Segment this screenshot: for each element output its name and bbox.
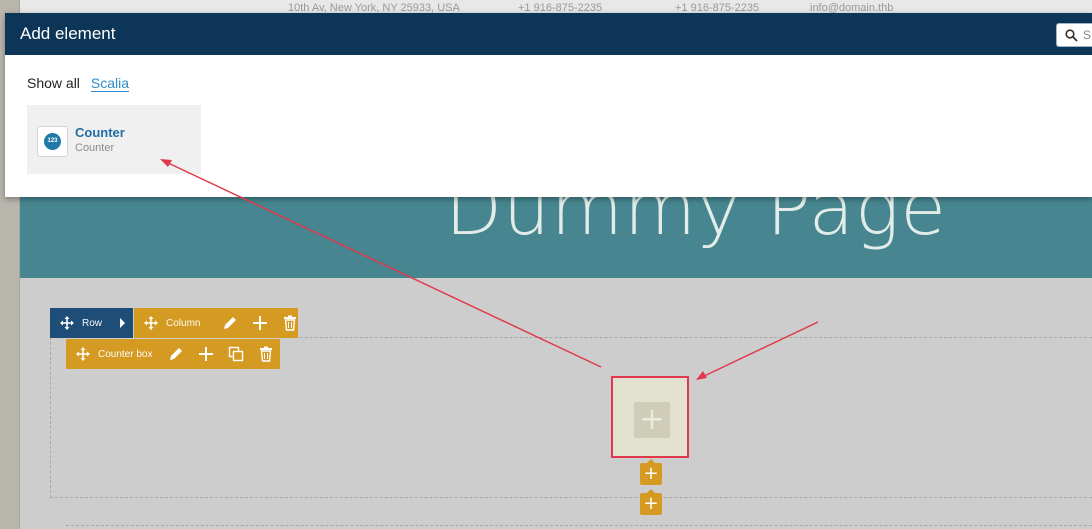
plus-icon[interactable] (198, 346, 214, 362)
add-element-modal: Add element S Show all Scalia 123 Counte… (5, 13, 1092, 197)
row-toolbar[interactable]: Row (50, 308, 133, 338)
pencil-icon[interactable] (222, 315, 238, 331)
trash-icon[interactable] (282, 315, 298, 331)
move-icon[interactable] (144, 316, 158, 330)
modal-title: Add element (20, 24, 116, 43)
move-icon[interactable] (76, 347, 90, 361)
element-card-counter[interactable]: 123 Counter Counter (27, 105, 201, 174)
element-name: Counter (75, 125, 125, 140)
caret-right-icon[interactable] (120, 318, 125, 328)
counter-icon: 123 (37, 126, 68, 157)
row-label: Row (82, 317, 103, 329)
plus-icon[interactable] (252, 315, 268, 331)
page-title: Dummy Page (445, 196, 947, 252)
counter-icon-text: 123 (44, 133, 61, 150)
add-element-below-button[interactable]: + (640, 463, 662, 485)
search-placeholder: S (1083, 28, 1092, 42)
move-icon[interactable] (60, 316, 74, 330)
add-element-highlight: + (611, 376, 689, 458)
element-description: Counter (75, 142, 115, 154)
tab-scalia[interactable]: Scalia (90, 75, 130, 92)
page-header: Dummy Page (20, 196, 1092, 278)
add-element-button[interactable]: + (634, 402, 670, 438)
copy-icon[interactable] (228, 346, 244, 362)
tab-show-all[interactable]: Show all (27, 75, 80, 92)
modal-header: Add element S (5, 13, 1092, 55)
counter-box-label: Counter box (98, 348, 153, 360)
trash-icon[interactable] (258, 346, 274, 362)
filter-tabs: Show all Scalia (27, 75, 130, 92)
next-row-container (66, 525, 1092, 529)
counter-box-toolbar[interactable]: Counter box (66, 339, 280, 369)
add-row-button[interactable]: + (640, 493, 662, 515)
column-toolbar[interactable]: Column (134, 308, 298, 338)
search-icon (1065, 29, 1078, 42)
pencil-icon[interactable] (168, 346, 184, 362)
search-input[interactable]: S (1056, 23, 1092, 47)
column-label: Column (166, 317, 201, 329)
